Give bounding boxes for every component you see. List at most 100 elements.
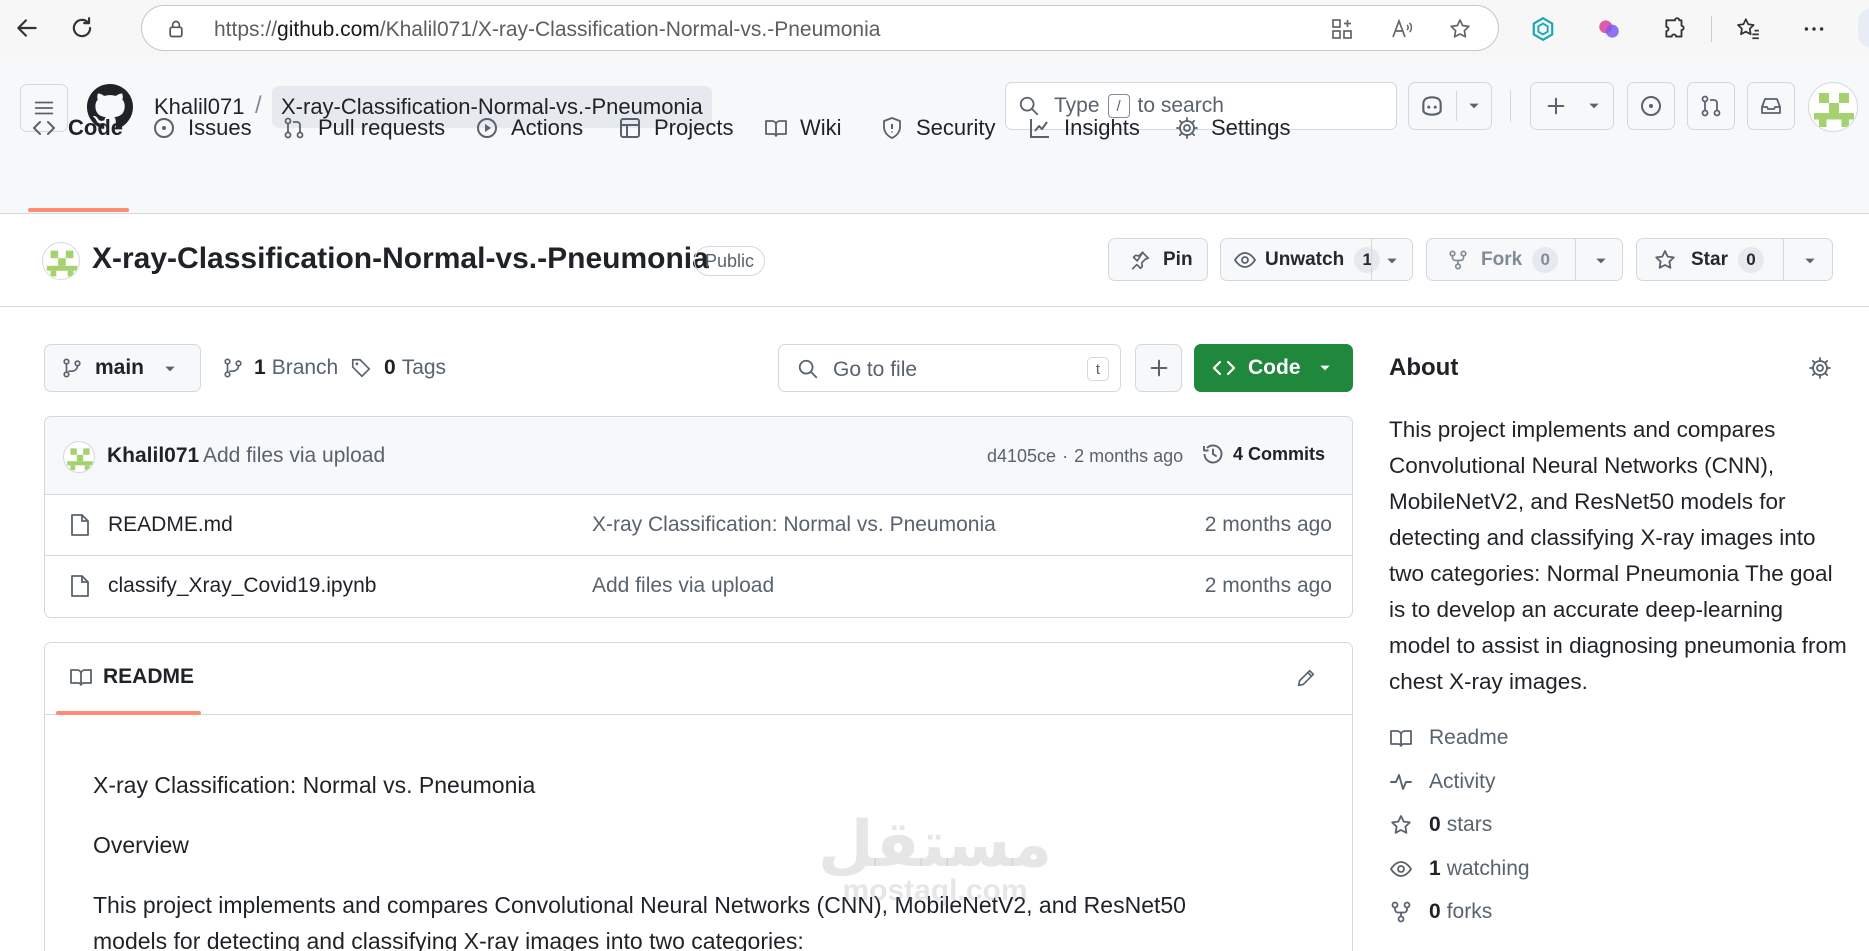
tab-label: Pull requests (318, 115, 446, 140)
app-available-icon[interactable] (1330, 17, 1354, 41)
identicon-icon (67, 448, 93, 471)
tab-settings[interactable]: Settings (1175, 110, 1291, 146)
more-options-icon[interactable] (1801, 16, 1827, 42)
sidebar-watching-link[interactable]: 1 watching (1389, 854, 1530, 884)
table-row[interactable]: classify_Xray_Covid19.ipynb Add files vi… (45, 556, 1352, 617)
unwatch-button[interactable]: Unwatch 1 (1220, 238, 1413, 281)
browser-toolbar: https://github.com/Khalil071/X-ray-Class… (0, 0, 1869, 56)
tab-label: Insights (1064, 115, 1140, 140)
go-to-file-shortcut: t (1087, 357, 1109, 381)
go-to-file-placeholder: Go to file (833, 358, 918, 381)
sidebar-activity-link[interactable]: Activity (1389, 767, 1496, 797)
code-icon (33, 121, 55, 135)
sidebar-readme-link[interactable]: Readme (1389, 723, 1508, 753)
inbox-button[interactable] (1747, 82, 1795, 130)
active-tab-indicator (28, 208, 129, 212)
chevron-down-icon (1320, 365, 1330, 371)
sidebar-toggle[interactable] (1858, 8, 1869, 48)
book-icon (765, 120, 787, 137)
extension-hexagon-icon[interactable] (1530, 16, 1556, 42)
refresh-button[interactable] (64, 10, 100, 46)
read-aloud-icon[interactable] (1390, 17, 1414, 41)
watch-count: 1 (1354, 246, 1381, 273)
tab-projects[interactable]: Projects (618, 110, 733, 146)
pin-button[interactable]: Pin (1108, 238, 1208, 281)
fork-button[interactable]: Fork 0 (1426, 238, 1623, 281)
gear-icon[interactable] (1808, 356, 1832, 380)
tab-label: Projects (654, 115, 734, 140)
split-divider (1456, 91, 1457, 121)
back-button[interactable] (9, 10, 45, 46)
sidebar-stars-link[interactable]: 0 stars (1389, 810, 1492, 840)
issue-icon (1641, 96, 1661, 116)
identicon-icon (1814, 88, 1854, 128)
watermark-latin: mostaql.com (842, 874, 1028, 907)
gear-icon (1176, 117, 1198, 139)
tab-pull-requests[interactable]: Pull requests (282, 110, 445, 146)
add-file-button[interactable] (1135, 344, 1182, 392)
readme-tab[interactable]: README (69, 665, 194, 689)
commit-hash[interactable]: d4105ce (987, 446, 1056, 467)
lock-icon[interactable] (166, 19, 186, 39)
readme-panel: README X-ray Classification: Normal vs. … (44, 642, 1353, 951)
pull-requests-button[interactable] (1687, 82, 1735, 130)
file-icon (71, 514, 89, 536)
repo-title[interactable]: X-ray-Classification-Normal-vs.-Pneumoni… (92, 242, 709, 276)
repo-owner-avatar[interactable] (42, 242, 80, 280)
tab-actions[interactable]: Actions (475, 110, 583, 146)
copilot-icon (1422, 96, 1442, 116)
pencil-icon[interactable] (1295, 667, 1317, 689)
chevron-down-icon (1387, 258, 1397, 264)
play-icon (477, 118, 497, 138)
branch-selector[interactable]: main (44, 344, 201, 392)
tags-link[interactable]: 0 Tags (350, 356, 446, 380)
commits-history-link[interactable]: 4 Commits (1201, 442, 1325, 466)
star-icon (1391, 815, 1411, 834)
search-icon (798, 359, 818, 379)
pull-request-icon (284, 117, 304, 139)
commit-author[interactable]: Khalil071 (107, 444, 199, 468)
commit-message[interactable]: Add files via upload (203, 444, 385, 468)
chevron-down-icon (1805, 258, 1815, 264)
branches-link[interactable]: 1 Branch (222, 356, 338, 380)
tab-issues[interactable]: Issues (152, 110, 252, 146)
file-commit-message[interactable]: X-ray Classification: Normal vs. Pneumon… (592, 513, 996, 537)
star-button[interactable]: Star 0 (1636, 238, 1833, 281)
latest-commit-row: Khalil071 Add files via upload d4105ce ·… (45, 417, 1352, 495)
avatar[interactable] (1808, 82, 1858, 132)
tab-code[interactable]: Code (32, 110, 123, 146)
sidebar-forks-link[interactable]: 0 forks (1389, 897, 1492, 927)
file-name[interactable]: README.md (108, 513, 233, 537)
commit-author-avatar[interactable] (63, 441, 95, 473)
meta-dot: · (1062, 446, 1069, 466)
git-branch-icon (224, 358, 242, 378)
visibility-badge: Public (694, 246, 766, 276)
readme-paragraph-line: This project implements and compares Con… (93, 892, 1186, 918)
favorite-star-icon[interactable] (1448, 17, 1472, 41)
file-commit-time: 2 months ago (1204, 513, 1332, 536)
create-new-button[interactable] (1530, 82, 1614, 130)
go-to-file-input[interactable]: Go to file t (778, 344, 1121, 392)
code-icon (1212, 360, 1236, 376)
watermark: مستقل mostaql.com (815, 812, 1055, 906)
issues-button[interactable] (1627, 82, 1675, 130)
code-dropdown-button[interactable]: Code (1194, 344, 1353, 392)
extensions-puzzle-icon[interactable] (1662, 16, 1688, 42)
copilot-browser-icon[interactable] (1596, 16, 1622, 42)
tab-insights[interactable]: Insights (1028, 110, 1140, 146)
plus-icon (1150, 359, 1167, 377)
tab-wiki[interactable]: Wiki (764, 110, 842, 146)
address-bar[interactable]: https://github.com/Khalil071/X-ray-Class… (141, 5, 1499, 51)
file-commit-message[interactable]: Add files via upload (592, 574, 774, 598)
watermark-arabic: مستقل (817, 808, 1053, 880)
tab-security[interactable]: Security (880, 110, 995, 146)
fork-icon (1449, 249, 1467, 270)
split-divider (1371, 239, 1372, 280)
table-row[interactable]: README.md X-ray Classification: Normal v… (45, 495, 1352, 556)
file-name[interactable]: classify_Xray_Covid19.ipynb (108, 574, 376, 598)
copilot-button[interactable] (1408, 82, 1492, 130)
favorites-list-icon[interactable] (1735, 16, 1761, 42)
chevron-down-icon (1589, 103, 1599, 109)
shield-icon (883, 117, 901, 139)
chevron-down-icon (1596, 258, 1606, 264)
